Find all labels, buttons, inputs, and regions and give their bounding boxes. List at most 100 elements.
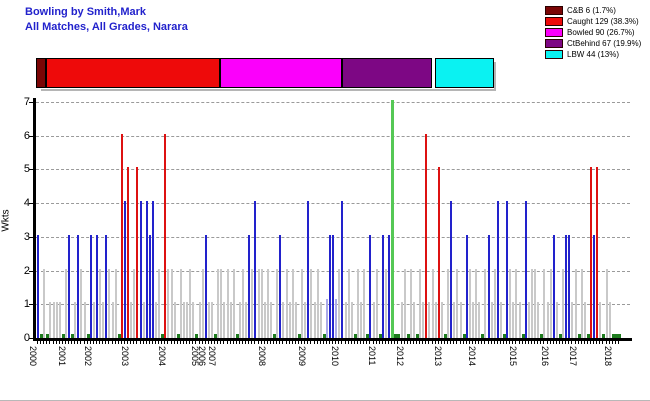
bar [565,235,567,338]
bar [410,269,412,338]
bar [373,302,375,338]
x-tick-mark [547,341,548,344]
gridline-y5 [36,169,630,170]
x-tick-mark [587,341,588,344]
x-tick-mark [540,341,541,344]
bar [376,269,378,338]
x-tick-mark [149,341,150,344]
bar [575,269,577,338]
x-tick-mark [310,341,311,344]
x-tick-mark [186,341,187,344]
x-tick-mark [71,341,72,344]
x-tick-mark [112,341,113,344]
x-tick-mark [49,341,50,344]
bar [553,235,555,338]
x-year-label: 2001 [57,346,67,366]
bar [466,235,468,338]
x-tick-mark [192,341,193,344]
y-tick-label: 3 [12,231,30,243]
bar [456,269,458,338]
bar [158,269,160,338]
x-tick-mark [419,341,420,344]
bar [404,269,406,338]
x-tick-mark [466,341,467,344]
bar [239,302,241,338]
x-tick-mark [93,341,94,344]
x-tick-mark [152,341,153,344]
bar [341,201,343,338]
x-tick-mark [581,341,582,344]
x-tick-mark [304,341,305,344]
x-tick-mark [245,341,246,344]
x-tick-mark [618,341,619,344]
x-tick-mark [317,341,318,344]
x-tick-mark [273,341,274,344]
x-tick-mark [460,341,461,344]
x-tick-mark [270,341,271,344]
x-tick-mark [167,341,168,344]
x-tick-mark [248,341,249,344]
x-tick-mark [133,341,134,344]
x-year-label: 2007 [207,346,217,366]
bar [584,302,586,338]
x-tick-mark [251,341,252,344]
bar [155,302,157,338]
x-tick-mark [382,341,383,344]
bar [105,235,107,338]
bar [130,302,132,338]
x-tick-mark [373,341,374,344]
x-tick-mark [456,341,457,344]
bar [348,269,350,338]
x-tick-mark [40,341,41,344]
bar [96,235,98,338]
x-tick-mark [571,341,572,344]
y-tick-label: 5 [12,163,30,175]
bar [568,235,570,338]
x-tick-mark [130,341,131,344]
x-tick-mark [236,341,237,344]
x-tick-mark [416,341,417,344]
x-tick-mark [332,341,333,344]
gridline-y6 [36,136,630,137]
bar [307,201,309,338]
x-tick-mark [341,341,342,344]
bar [317,269,319,338]
x-tick-mark [578,341,579,344]
x-year-label: 2012 [395,346,405,366]
bar [208,302,210,338]
x-tick-mark [568,341,569,344]
bar [419,269,421,338]
y-axis-label: Wkts [1,206,12,236]
x-tick-mark [164,341,165,344]
bar [491,302,493,338]
bar [152,201,154,338]
bar [217,269,219,338]
x-tick-mark [534,341,535,344]
bar [174,302,176,338]
bar [171,269,173,338]
bar [606,269,608,338]
x-tick-mark [146,341,147,344]
x-tick-mark [503,341,504,344]
x-tick-mark [525,341,526,344]
x-tick-mark [391,341,392,344]
x-tick-mark [491,341,492,344]
x-tick-mark [80,341,81,344]
bar [295,302,297,338]
bar [133,269,135,338]
x-tick-mark [267,341,268,344]
bar [124,201,126,338]
x-tick-mark [143,341,144,344]
bar [360,302,362,338]
bar [149,235,151,338]
x-tick-mark [388,341,389,344]
x-tick-mark [320,341,321,344]
x-tick-mark [233,341,234,344]
bar [357,269,359,338]
x-tick-mark [463,341,464,344]
x-year-label: 2011 [367,346,377,365]
bar [84,302,86,338]
bar [270,302,272,338]
bar [320,302,322,338]
x-tick-mark [593,341,594,344]
